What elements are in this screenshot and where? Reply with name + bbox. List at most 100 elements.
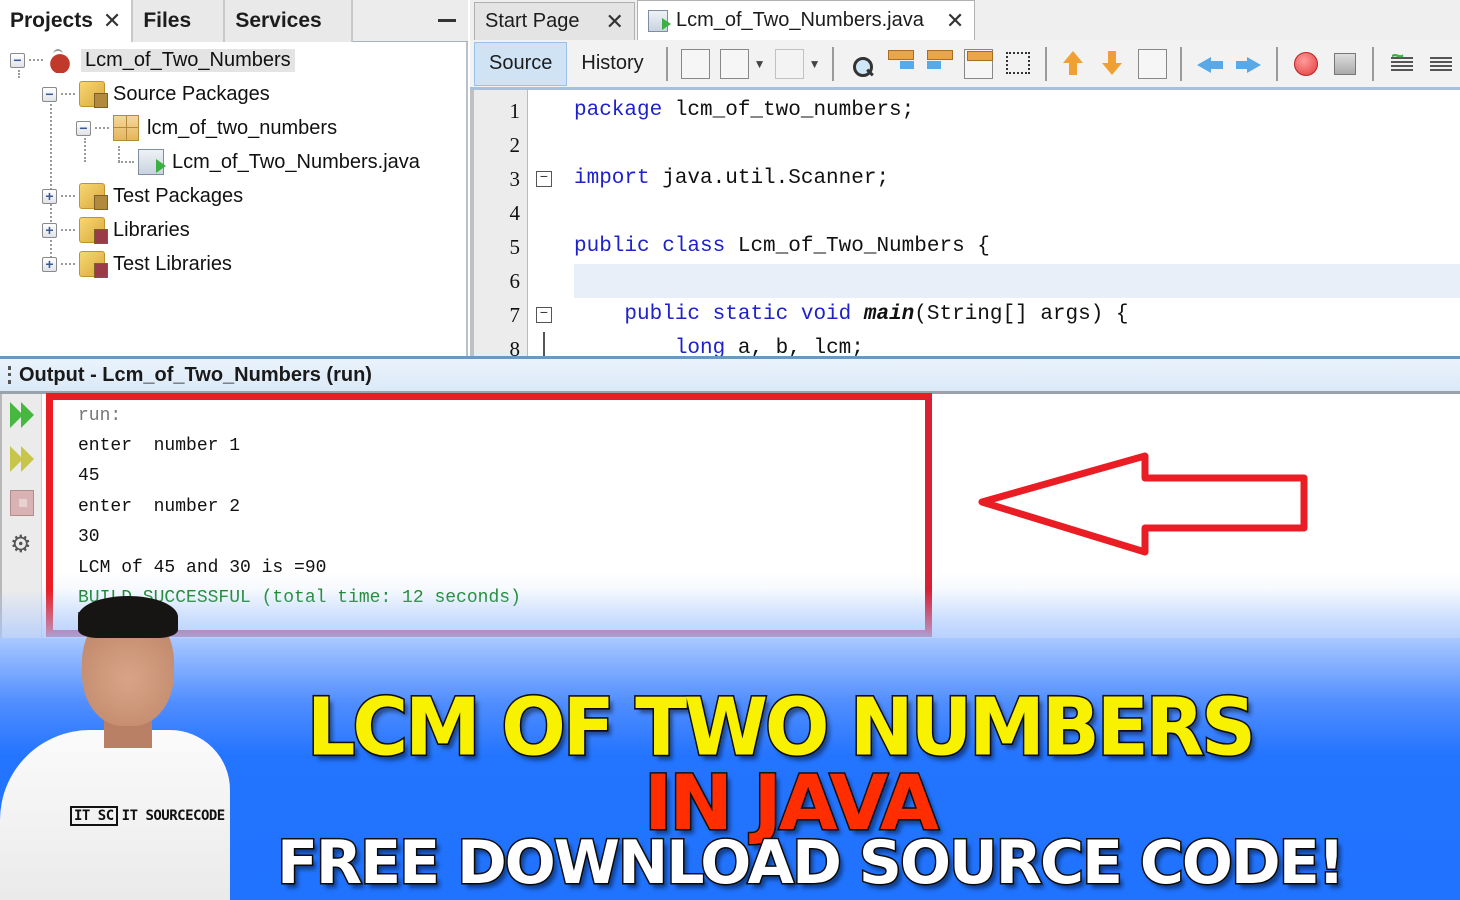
close-icon[interactable]: ✕ (946, 8, 964, 34)
code-line: 5 public class Lcm_of_Two_Numbers { (470, 230, 1460, 264)
comment-icon[interactable] (1387, 43, 1416, 79)
code-line: 2 (470, 128, 1460, 162)
package-icon (113, 115, 139, 141)
code-line: 7 − public static void main(String[] arg… (470, 298, 1460, 332)
stop-icon[interactable] (10, 490, 34, 516)
tree-node-java-file[interactable]: Lcm_of_Two_Numbers.java (118, 146, 420, 178)
source-folder-icon (79, 81, 108, 108)
library-folder-icon (79, 251, 108, 278)
projects-panel: Projects ✕ Files Services − Lcm_of_Two_N… (0, 0, 468, 356)
java-project-icon (47, 47, 73, 73)
forward-icon[interactable] (774, 48, 804, 79)
back-icon[interactable] (719, 48, 749, 79)
tree-node-label: Lcm_of_Two_Numbers.java (172, 150, 420, 173)
next-bookmark-icon[interactable] (1099, 49, 1128, 79)
tree-node-source-packages[interactable]: − Source Packages (42, 78, 270, 110)
source-view-label: Source (489, 52, 553, 74)
editor-panel: Start Page ✕ Lcm_of_Two_Numbers.java ✕ S… (470, 0, 1460, 356)
project-tree: − Lcm_of_Two_Numbers − Source Packages −… (0, 42, 466, 354)
fold-icon[interactable]: − (536, 171, 552, 187)
rerun-icon[interactable] (10, 400, 36, 430)
java-file-icon (138, 149, 166, 175)
code-line: 6 (470, 264, 1460, 298)
tab-java-file[interactable]: Lcm_of_Two_Numbers.java ✕ (636, 0, 976, 40)
java-file-icon (647, 9, 671, 32)
output-line: run: (78, 406, 122, 426)
stop-macro-icon[interactable] (1330, 49, 1359, 79)
settings-icon[interactable]: ⚙ (10, 530, 36, 560)
tab-projects-label: Projects (10, 9, 93, 32)
tab-files[interactable]: Files (133, 0, 226, 42)
fold-icon[interactable]: − (536, 307, 552, 323)
line-number: 6 (509, 269, 521, 293)
tree-node-label: Lcm_of_Two_Numbers (81, 48, 295, 72)
tree-node-label: Test Libraries (113, 252, 232, 275)
expand-icon[interactable]: + (42, 188, 57, 204)
code-editor[interactable]: 1 package lcm_of_two_numbers; 2 3 − impo… (470, 90, 1460, 356)
last-edit-icon[interactable] (680, 48, 710, 79)
tree-node-label: Source Packages (113, 82, 270, 105)
back-dropdown-icon[interactable]: ▼ (754, 57, 766, 71)
output-line: LCM of 45 and 30 is =90 (78, 558, 327, 578)
code-line: 4 (470, 196, 1460, 230)
history-view-button[interactable]: History (567, 42, 657, 86)
toolbar-separator (665, 46, 668, 81)
tab-services-label: Services (235, 9, 322, 32)
close-icon[interactable]: ✕ (103, 8, 121, 34)
output-title: Output - Lcm_of_Two_Numbers (run) (19, 363, 372, 386)
tab-files-label: Files (143, 9, 192, 32)
toolbar-separator (1372, 46, 1375, 81)
source-view-button[interactable]: Source (474, 41, 568, 86)
minimize-icon[interactable] (438, 19, 456, 22)
history-view-label: History (581, 52, 644, 74)
collapse-icon[interactable]: − (10, 52, 25, 68)
shift-left-icon[interactable] (1195, 49, 1224, 79)
start-macro-icon[interactable] (1291, 49, 1320, 79)
find-icon[interactable] (847, 49, 876, 79)
tab-start-page-label: Start Page (485, 10, 580, 32)
tree-node-label: Libraries (113, 218, 190, 241)
tree-node-label: Test Packages (113, 184, 244, 207)
drag-grip-icon[interactable] (8, 366, 11, 384)
collapse-icon[interactable]: − (76, 120, 91, 136)
editor-tabs: Start Page ✕ Lcm_of_Two_Numbers.java ✕ (470, 0, 1460, 40)
tab-projects[interactable]: Projects ✕ (0, 0, 134, 42)
output-header: Output - Lcm_of_Two_Numbers (run) (0, 356, 1460, 394)
previous-bookmark-icon[interactable] (1060, 49, 1089, 79)
rerun-with-options-icon[interactable] (10, 444, 36, 474)
line-number: 3 (509, 167, 521, 191)
line-number: 1 (509, 99, 521, 123)
toggle-bookmark-icon[interactable] (1138, 48, 1168, 79)
toolbar-separator (832, 46, 835, 81)
tab-start-page[interactable]: Start Page ✕ (474, 2, 635, 40)
library-folder-icon (79, 217, 108, 244)
line-number: 5 (509, 235, 521, 259)
uncomment-icon[interactable] (1426, 49, 1455, 79)
tab-java-file-label: Lcm_of_Two_Numbers.java (675, 9, 924, 31)
find-next-icon[interactable] (925, 49, 954, 79)
expand-icon[interactable]: + (42, 256, 57, 272)
shift-right-icon[interactable] (1234, 49, 1263, 79)
tree-node-test-libraries[interactable]: + Test Libraries (42, 248, 232, 280)
output-line: 30 (78, 527, 100, 547)
line-number: 4 (509, 201, 521, 225)
expand-icon[interactable]: + (42, 222, 57, 238)
toolbar-separator (1180, 46, 1183, 81)
forward-dropdown-icon[interactable]: ▼ (809, 57, 821, 71)
output-line: 45 (78, 466, 100, 486)
collapse-icon[interactable]: − (42, 86, 57, 102)
find-previous-icon[interactable] (886, 49, 915, 79)
tab-spacer (353, 0, 468, 41)
toggle-rect-selection-icon[interactable] (1003, 49, 1032, 79)
toggle-highlight-icon[interactable] (964, 48, 994, 79)
tree-node-project[interactable]: − Lcm_of_Two_Numbers (10, 44, 295, 76)
tree-node-package[interactable]: − lcm_of_two_numbers (76, 112, 337, 144)
tree-node-label: lcm_of_two_numbers (147, 116, 338, 139)
tree-node-libraries[interactable]: + Libraries (42, 214, 190, 246)
tree-node-test-packages[interactable]: + Test Packages (42, 180, 243, 212)
close-icon[interactable]: ✕ (606, 9, 624, 35)
output-line: enter number 2 (78, 497, 241, 517)
code-line: 8 long a, b, lcm; (470, 332, 1460, 356)
editor-toolbar: Source History ▼ ▼ (470, 40, 1460, 90)
tab-services[interactable]: Services (225, 0, 354, 42)
